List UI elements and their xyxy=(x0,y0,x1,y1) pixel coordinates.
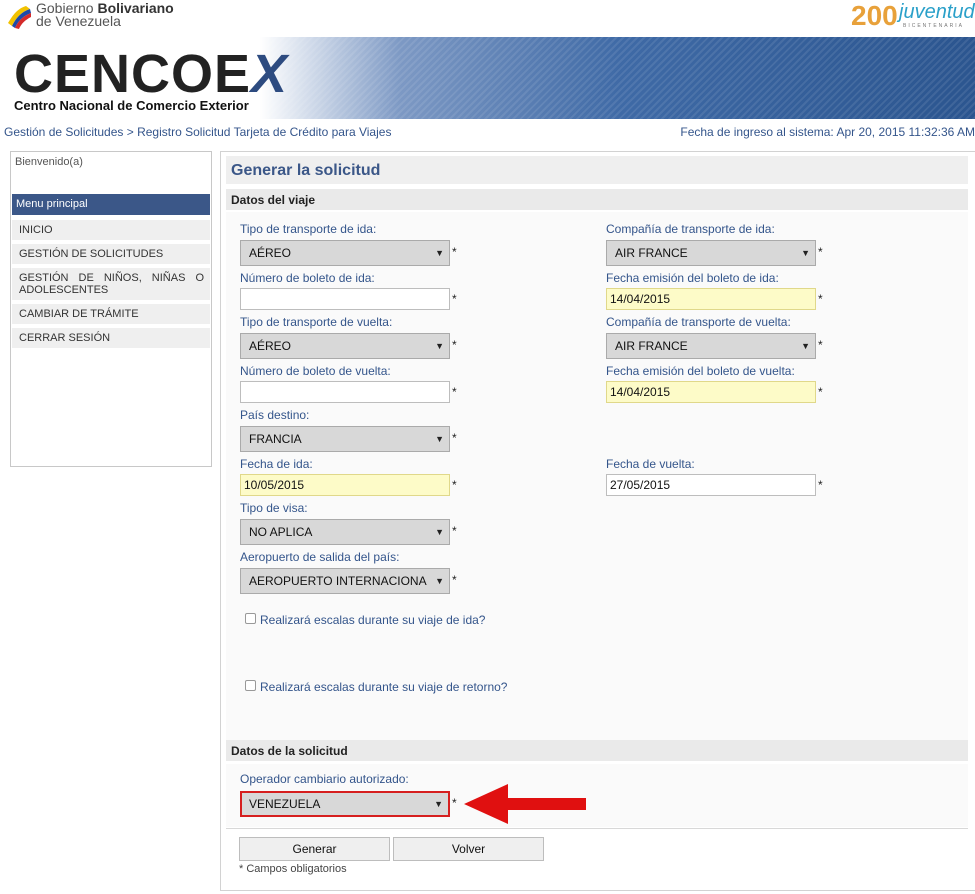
chevron-down-icon: ▼ xyxy=(434,799,443,809)
tipo-ida-label: Tipo de transporte de ida: xyxy=(240,222,377,236)
chevron-down-icon: ▼ xyxy=(435,434,444,444)
chevron-down-icon: ▼ xyxy=(435,527,444,537)
boleto-vuelta-input[interactable] xyxy=(240,381,450,403)
sidebar-item-gestion-ninos[interactable]: GESTIÓN DE NIÑOS, NIÑAS O ADOLESCENTES xyxy=(12,268,210,300)
title-bar: Generar la solicitud xyxy=(226,156,968,184)
emision-vuelta-label: Fecha emisión del boleto de vuelta: xyxy=(606,364,795,378)
tipo-visa-label: Tipo de visa: xyxy=(240,501,308,515)
compania-vuelta-select[interactable]: AIR FRANCE ▼ xyxy=(606,333,816,359)
section-viaje-title: Datos del viaje xyxy=(231,193,316,207)
aeropuerto-label: Aeropuerto de salida del país: xyxy=(240,550,400,564)
aeropuerto-select[interactable]: AEROPUERTO INTERNACIONA ▼ xyxy=(240,568,450,594)
solicitud-form: Operador cambiario autorizado: VENEZUELA… xyxy=(226,764,968,827)
compania-vuelta-label: Compañía de transporte de vuelta: xyxy=(606,315,791,329)
fecha-vuelta-input[interactable]: 27/05/2015 xyxy=(606,474,816,496)
required-asterisk: * xyxy=(818,292,823,306)
pais-destino-select[interactable]: FRANCIA ▼ xyxy=(240,426,450,452)
required-asterisk: * xyxy=(818,338,823,352)
chevron-down-icon: ▼ xyxy=(801,248,810,258)
required-asterisk: * xyxy=(452,431,457,445)
volver-button[interactable]: Volver xyxy=(393,837,544,861)
login-date: Fecha de ingreso al sistema: Apr 20, 201… xyxy=(680,125,975,139)
required-asterisk: * xyxy=(452,573,457,587)
required-asterisk: * xyxy=(452,524,457,538)
fecha-vuelta-label: Fecha de vuelta: xyxy=(606,457,695,471)
government-header: Gobierno Bolivariano de Venezuela 200 ju… xyxy=(0,0,975,37)
required-asterisk: * xyxy=(452,478,457,492)
required-note: * Campos obligatorios xyxy=(239,863,347,875)
tipo-vuelta-select[interactable]: AÉREO ▼ xyxy=(240,333,450,359)
sidebar-item-cambiar-tramite[interactable]: CAMBIAR DE TRÁMITE xyxy=(12,304,210,324)
boleto-ida-input[interactable] xyxy=(240,288,450,310)
boleto-ida-label: Número de boleto de ida: xyxy=(240,271,375,285)
gov-name: Gobierno Bolivariano de Venezuela xyxy=(36,0,174,29)
main-panel: Generar la solicitud Datos del viaje Tip… xyxy=(220,151,975,891)
chevron-down-icon: ▼ xyxy=(435,248,444,258)
required-asterisk: * xyxy=(818,478,823,492)
page-title: Generar la solicitud xyxy=(231,162,381,179)
venezuela-flag-icon xyxy=(8,6,31,29)
section-solicitud-title: Datos de la solicitud xyxy=(231,744,348,758)
operador-label: Operador cambiario autorizado: xyxy=(240,772,409,786)
pais-destino-label: País destino: xyxy=(240,408,310,422)
chevron-down-icon: ▼ xyxy=(435,341,444,351)
sidebar: Bienvenido(a) Menu principal INICIO GEST… xyxy=(10,151,212,467)
compania-ida-label: Compañía de transporte de ida: xyxy=(606,222,775,236)
welcome-text: Bienvenido(a) xyxy=(15,156,83,168)
required-asterisk: * xyxy=(452,338,457,352)
red-arrow-icon xyxy=(464,784,586,824)
section-viaje-header: Datos del viaje xyxy=(226,189,968,210)
generar-button[interactable]: Generar xyxy=(239,837,390,861)
required-asterisk: * xyxy=(452,796,457,810)
operador-select[interactable]: VENEZUELA ▼ xyxy=(240,791,450,817)
sidebar-item-inicio[interactable]: INICIO xyxy=(12,220,210,240)
viaje-form: Tipo de transporte de ida: AÉREO ▼ * Comp… xyxy=(226,212,968,740)
section-solicitud-header: Datos de la solicitud xyxy=(226,740,968,761)
emision-vuelta-input[interactable]: 14/04/2015 xyxy=(606,381,816,403)
tipo-vuelta-label: Tipo de transporte de vuelta: xyxy=(240,315,393,329)
chevron-down-icon: ▼ xyxy=(435,576,444,586)
cencoex-banner: CENCOEX Centro Nacional de Comercio Exte… xyxy=(0,37,975,119)
required-asterisk: * xyxy=(452,245,457,259)
boleto-vuelta-label: Número de boleto de vuelta: xyxy=(240,364,391,378)
escalas-retorno-checkbox[interactable] xyxy=(245,680,256,691)
sidebar-item-gestion-solicitudes[interactable]: GESTIÓN DE SOLICITUDES xyxy=(12,244,210,264)
emision-ida-label: Fecha emisión del boleto de ida: xyxy=(606,271,779,285)
cencoex-logo: CENCOEX xyxy=(14,44,289,104)
required-asterisk: * xyxy=(818,245,823,259)
juventud-logo: 200 juventud BICENTENARIA xyxy=(851,0,975,31)
emision-ida-input[interactable]: 14/04/2015 xyxy=(606,288,816,310)
divider xyxy=(226,828,968,829)
required-asterisk: * xyxy=(452,385,457,399)
required-asterisk: * xyxy=(452,292,457,306)
chevron-down-icon: ▼ xyxy=(801,341,810,351)
fecha-ida-label: Fecha de ida: xyxy=(240,457,313,471)
breadcrumb-bar: Gestión de Solicitudes > Registro Solici… xyxy=(0,119,975,143)
escalas-retorno-label[interactable]: Realizará escalas durante su viaje de re… xyxy=(260,680,507,694)
escalas-ida-label[interactable]: Realizará escalas durante su viaje de id… xyxy=(260,613,485,627)
tipo-ida-select[interactable]: AÉREO ▼ xyxy=(240,240,450,266)
escalas-ida-checkbox[interactable] xyxy=(245,613,256,624)
fecha-ida-input[interactable]: 10/05/2015 xyxy=(240,474,450,496)
sidebar-item-cerrar-sesion[interactable]: CERRAR SESIÓN xyxy=(12,328,210,348)
required-asterisk: * xyxy=(818,385,823,399)
breadcrumb[interactable]: Gestión de Solicitudes > Registro Solici… xyxy=(4,125,391,139)
logo-subtitle: Centro Nacional de Comercio Exterior xyxy=(14,98,249,113)
menu-title: Menu principal xyxy=(12,194,210,215)
compania-ida-select[interactable]: AIR FRANCE ▼ xyxy=(606,240,816,266)
tipo-visa-select[interactable]: NO APLICA ▼ xyxy=(240,519,450,545)
